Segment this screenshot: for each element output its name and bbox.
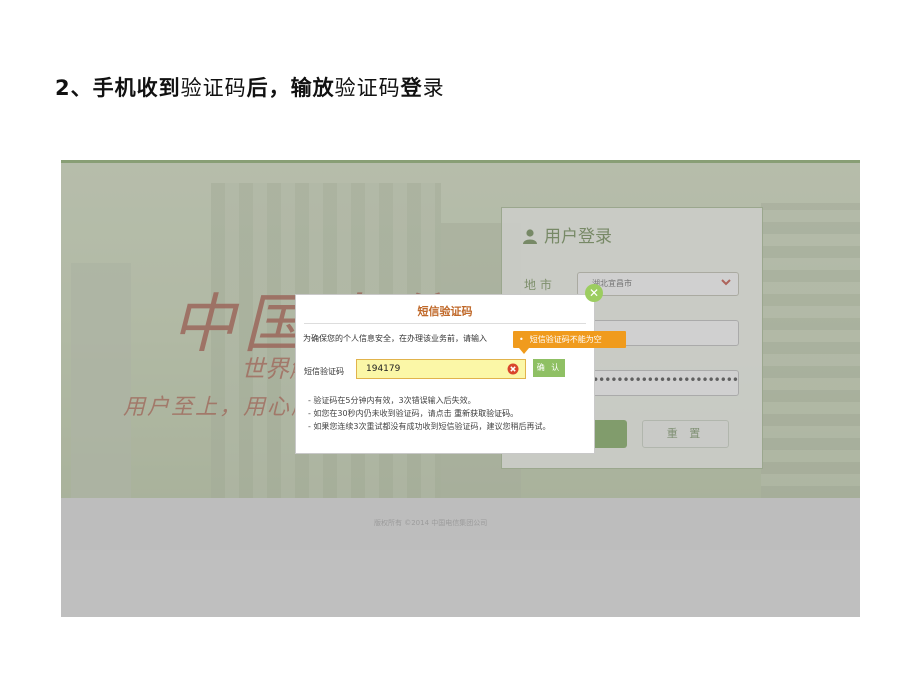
note-item: - 如您在30秒内仍未收到验证码，请点击 重新获取验证码。: [308, 408, 518, 419]
sms-code-input[interactable]: 194179: [356, 359, 526, 379]
heading-segment: 输: [290, 76, 313, 100]
heading-segment: 放: [312, 76, 335, 100]
heading-segment: 登: [400, 76, 423, 100]
error-icon[interactable]: [507, 363, 519, 375]
tooltip-pointer: [519, 348, 529, 354]
heading-number: 2、: [55, 76, 93, 100]
confirm-button[interactable]: 确 认: [533, 359, 565, 377]
code-label: 短信验证码: [304, 367, 344, 376]
bullet-icon: •: [519, 335, 524, 344]
heading-segment: 录: [422, 76, 445, 100]
modal-intro-text: 为确保您的个人信息安全，在办理该业务前，请输入: [303, 334, 487, 343]
heading-segment: 后，: [246, 76, 291, 100]
resend-code-link[interactable]: 重新获取验证码。: [454, 409, 518, 418]
validation-tooltip: • 短信验证码不能为空: [513, 331, 626, 348]
note-item: - 验证码在5分钟内有效，3次错误输入后失效。: [308, 396, 476, 405]
note-text: - 如您在30秒内仍未收到验证码，请点击: [308, 409, 452, 418]
login-page-screenshot: 中国电信 世界触手可及 用户至上，用心服务 用户登录 地 市 湖北宜昌市 •••…: [61, 160, 860, 617]
heading-segment: 验证码: [180, 76, 247, 100]
close-icon[interactable]: ✕: [585, 284, 603, 302]
sms-code-value: 194179: [366, 364, 401, 374]
modal-title: 短信验证码: [417, 305, 473, 318]
heading-segment: 验证码: [334, 76, 401, 100]
modal-divider: [304, 323, 586, 324]
note-item: - 如果您连续3次重试都没有成功收到短信验证码，建议您稍后再试。: [308, 422, 551, 431]
tooltip-text: 短信验证码不能为空: [529, 335, 602, 344]
sms-verification-modal: 短信验证码 为确保您的个人信息安全，在办理该业务前，请输入 短信验证码 1941…: [295, 294, 595, 454]
instruction-heading: 2、手机收到验证码后，输放验证码登录: [55, 72, 445, 102]
heading-segment: 手机收到: [92, 76, 181, 100]
